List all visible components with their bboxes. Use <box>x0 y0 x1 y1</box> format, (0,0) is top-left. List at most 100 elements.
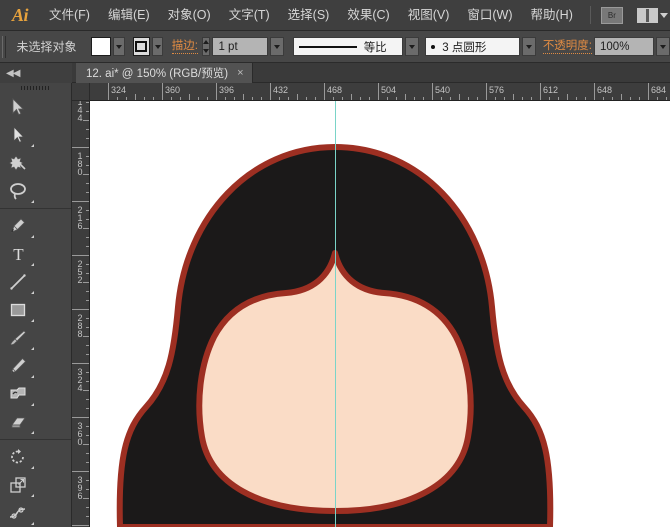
menu-effect[interactable]: 效果(C) <box>338 0 398 31</box>
stroke-weight-dropdown[interactable] <box>270 37 285 56</box>
ruler-tick <box>648 83 649 100</box>
stroke-weight-label[interactable]: 描边: <box>171 39 198 54</box>
tool-expand-icon <box>31 144 34 147</box>
ruler-minor-tick <box>86 462 89 463</box>
tool-expand-icon <box>31 431 34 434</box>
ruler-minor-tick <box>86 435 89 436</box>
ruler-minor-tick <box>261 97 262 100</box>
ruler-minor-tick <box>459 94 460 100</box>
ruler-minor-tick <box>297 94 298 100</box>
stroke-color-dropdown[interactable] <box>151 37 164 56</box>
ruler-minor-tick <box>612 97 613 100</box>
stroke-profile-dropdown[interactable] <box>404 37 419 56</box>
ruler-minor-tick <box>86 156 89 157</box>
ruler-minor-tick <box>306 97 307 100</box>
tool-expand-icon <box>31 200 34 203</box>
ruler-minor-tick <box>522 97 523 100</box>
brush-definition-dropdown[interactable] <box>522 37 537 56</box>
stroke-profile-preview-icon <box>298 45 357 48</box>
eraser-tool[interactable] <box>0 408 36 436</box>
paintbrush-tool[interactable] <box>0 324 36 352</box>
arrange-documents-button[interactable] <box>636 7 668 23</box>
tool-expand-icon <box>31 403 34 406</box>
toolbox-drag-handle[interactable] <box>0 83 71 93</box>
ruler-tick <box>72 525 89 526</box>
rectangle-tool[interactable] <box>0 296 36 324</box>
ruler-tick <box>72 417 89 418</box>
menu-view[interactable]: 视图(V) <box>399 0 459 31</box>
ruler-tick <box>540 83 541 100</box>
menu-select[interactable]: 选择(S) <box>279 0 339 31</box>
bridge-button[interactable]: Br <box>600 6 623 24</box>
ruler-minor-tick <box>198 97 199 100</box>
magic-wand-tool[interactable] <box>0 149 36 177</box>
svg-text:T: T <box>13 245 24 263</box>
toolbox-divider <box>0 439 71 440</box>
opacity-dropdown[interactable] <box>656 37 670 56</box>
ruler-minor-tick <box>86 246 89 247</box>
menu-object[interactable]: 对象(O) <box>159 0 220 31</box>
ruler-minor-tick <box>86 237 89 238</box>
menu-help[interactable]: 帮助(H) <box>522 0 582 31</box>
selection-tool[interactable] <box>0 93 36 121</box>
ruler-tick <box>72 201 89 202</box>
ruler-label: 396 <box>219 85 235 95</box>
ruler-label: 468 <box>327 85 343 95</box>
stroke-weight-input[interactable]: 1 pt <box>212 37 269 56</box>
ruler-label: 216 <box>75 205 85 229</box>
pen-tool[interactable] <box>0 212 36 240</box>
opacity-input[interactable]: 100% <box>594 37 655 56</box>
lasso-tool[interactable] <box>0 177 36 205</box>
opacity-label[interactable]: 不透明度: <box>542 39 593 54</box>
collapse-panel-button[interactable]: ◀◀ <box>0 63 72 83</box>
ruler-minor-tick <box>225 97 226 100</box>
width-tool[interactable] <box>0 499 36 527</box>
ruler-minor-tick <box>135 94 136 100</box>
ruler-label: 396 <box>75 475 85 499</box>
close-icon[interactable]: × <box>237 67 243 79</box>
ruler-minor-tick <box>288 97 289 100</box>
menu-edit[interactable]: 编辑(E) <box>99 0 159 31</box>
scale-tool[interactable] <box>0 471 36 499</box>
line-segment-tool[interactable] <box>0 268 36 296</box>
direct-selection-tool[interactable] <box>0 121 36 149</box>
ruler-minor-tick <box>83 444 89 445</box>
app-logo-icon: Ai <box>11 4 29 25</box>
toolbox-divider <box>0 208 71 209</box>
menu-window[interactable]: 窗口(W) <box>458 0 521 31</box>
horizontal-ruler[interactable]: 324 360 396 432 468 504 540 576 612 648 684 <box>90 83 670 101</box>
menu-bar: Ai 文件(F) 编辑(E) 对象(O) 文字(T) 选择(S) 效果(C) 视… <box>0 0 670 31</box>
fill-color-dropdown[interactable] <box>112 37 125 56</box>
ruler-minor-tick <box>83 120 89 121</box>
type-tool[interactable]: T <box>0 240 36 268</box>
rotate-tool[interactable] <box>0 443 36 471</box>
vertical-ruler[interactable]: 144180216252288324360396432 <box>72 101 90 527</box>
blob-brush-tool[interactable] <box>0 380 36 408</box>
ruler-minor-tick <box>86 264 89 265</box>
ruler-minor-tick <box>333 97 334 100</box>
ruler-minor-tick <box>621 94 622 100</box>
stroke-profile-select[interactable]: 等比 <box>292 37 403 56</box>
brush-definition-select[interactable]: 3 点圆形 <box>425 37 521 56</box>
document-tab-title: 12. ai* @ 150% (RGB/预览) <box>86 68 229 80</box>
cartoon-girl-head-artwork[interactable] <box>90 101 670 527</box>
stroke-weight-stepper[interactable] <box>201 37 211 56</box>
ruler-minor-tick <box>603 97 604 100</box>
menu-file[interactable]: 文件(F) <box>40 0 99 31</box>
ruler-minor-tick <box>468 97 469 100</box>
ruler-corner[interactable] <box>72 83 90 101</box>
control-bar-grip[interactable] <box>2 35 7 58</box>
document-tab[interactable]: 12. ai* @ 150% (RGB/预览) × <box>76 63 253 83</box>
artboard-canvas[interactable] <box>90 101 670 527</box>
menu-type[interactable]: 文字(T) <box>220 0 279 31</box>
ruler-minor-tick <box>315 97 316 100</box>
fill-color-swatch[interactable] <box>90 37 111 56</box>
tool-expand-icon <box>31 522 34 525</box>
ruler-tick <box>162 83 163 100</box>
ruler-tick <box>72 471 89 472</box>
ruler-minor-tick <box>657 97 658 100</box>
pencil-tool[interactable] <box>0 352 36 380</box>
ruler-label: 360 <box>165 85 181 95</box>
ruler-label: 432 <box>273 85 289 95</box>
stroke-color-swatch[interactable] <box>132 37 150 56</box>
